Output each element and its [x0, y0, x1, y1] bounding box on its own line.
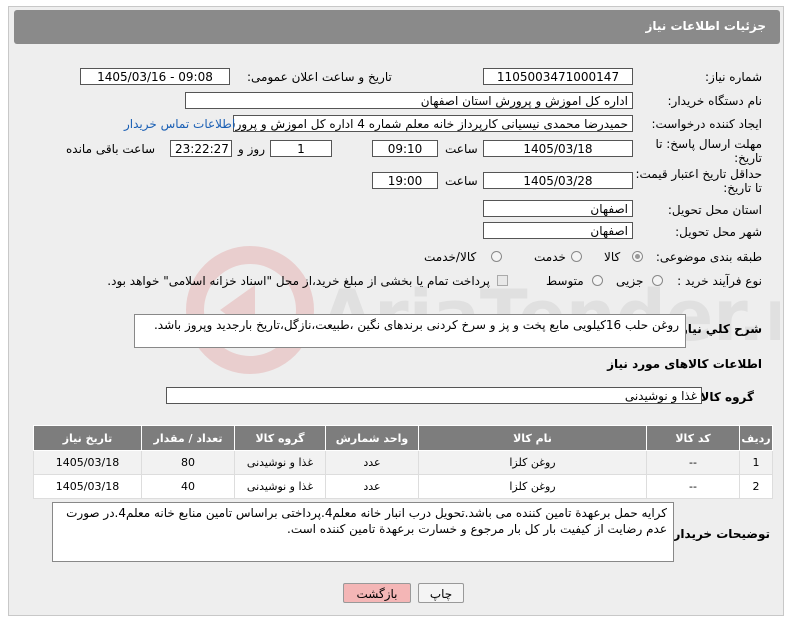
- buyer-org-field: اداره کل اموزش و پرورش استان اصفهان: [185, 92, 633, 109]
- goods-section-title: اطلاعات کالاهای مورد نیاز: [607, 357, 762, 371]
- treasury-payment-note: پرداخت تمام یا بخشی از مبلغ خرید،از محل …: [107, 274, 490, 288]
- days-label: روز و: [238, 142, 265, 156]
- back-button[interactable]: بازگشت: [343, 583, 411, 603]
- goods-table: ردیف کد کالا نام کالا واحد شمارش گروه کا…: [33, 425, 773, 499]
- announce-label: تاریخ و ساعت اعلان عمومی:: [247, 70, 392, 84]
- province-field: اصفهان: [483, 200, 633, 217]
- cell-unit: عدد: [325, 450, 419, 475]
- deadline-time-field: 09:10: [372, 140, 438, 157]
- cell-qty: 80: [141, 450, 235, 475]
- process-label: نوع فرآیند خرید :: [677, 274, 762, 288]
- buyer-notes-textarea[interactable]: کرایه حمل برعهدة تامین کننده می باشد.تحو…: [52, 502, 674, 562]
- cell-code: --: [646, 450, 740, 475]
- col-header-qty: تعداد / مقدار: [141, 425, 235, 451]
- table-row: 2 -- روغن کلزا عدد غذا و نوشیدنی 40 1405…: [33, 474, 773, 499]
- cell-name: روغن کلزا: [418, 450, 647, 475]
- validity-label-line2: تا تاریخ:: [723, 181, 762, 195]
- col-header-unit: واحد شمارش: [325, 425, 419, 451]
- col-header-row: ردیف: [739, 425, 773, 451]
- creator-field: حمیدرضا محمدی نیسیانی کارپرداز خانه معلم…: [233, 115, 633, 132]
- buyer-org-label: نام دستگاه خریدار:: [667, 94, 763, 108]
- deadline-label-line2: تاریخ:: [734, 151, 762, 165]
- validity-time-field: 19:00: [372, 172, 438, 189]
- time-remaining-label: ساعت باقی مانده: [66, 142, 156, 156]
- validity-date-field: 1405/03/28: [483, 172, 633, 189]
- goods-group-label: گروه کالا:: [695, 390, 754, 404]
- goods-group-field: غذا و نوشیدنی: [166, 387, 702, 404]
- col-header-group: گروه کالا: [234, 425, 326, 451]
- cell-code: --: [646, 474, 740, 499]
- cell-date: 1405/03/18: [33, 474, 142, 499]
- category-option-goods: کالا: [604, 250, 621, 264]
- cell-date: 1405/03/18: [33, 450, 142, 475]
- col-header-code: کد کالا: [646, 425, 740, 451]
- city-label: شهر محل تحویل:: [675, 225, 762, 239]
- table-row: 1 -- روغن کلزا عدد غذا و نوشیدنی 80 1405…: [33, 450, 773, 475]
- category-option-service: خدمت: [534, 250, 566, 264]
- page-title: جزئیات اطلاعات نیاز: [645, 19, 766, 33]
- need-number-label: شماره نیاز:: [705, 70, 762, 84]
- process-radio-minor[interactable]: [652, 275, 663, 286]
- province-label: استان محل تحویل:: [667, 203, 762, 217]
- process-radio-medium[interactable]: [592, 275, 603, 286]
- cell-group: غذا و نوشیدنی: [234, 450, 326, 475]
- cell-unit: عدد: [325, 474, 419, 499]
- validity-label-line1: حداقل تاریخ اعتبار قیمت:: [635, 167, 762, 181]
- process-option-medium: متوسط: [546, 274, 584, 288]
- process-option-minor: جزیی: [616, 274, 644, 288]
- category-label: طبقه بندی موضوعی:: [655, 250, 762, 264]
- cell-qty: 40: [141, 474, 235, 499]
- cell-row-number: 1: [739, 450, 773, 475]
- category-radio-goods[interactable]: [632, 251, 643, 262]
- need-number-field: 1105003471000147: [483, 68, 633, 85]
- print-button[interactable]: چاپ: [418, 583, 464, 603]
- buyer-contact-link[interactable]: اطلاعات تماس خریدار: [124, 117, 235, 131]
- description-label: شرح کلي نياز:: [676, 322, 762, 336]
- col-header-date: تاریخ نیاز: [33, 425, 142, 451]
- cell-name: روغن کلزا: [418, 474, 647, 499]
- category-radio-goods-service[interactable]: [491, 251, 502, 262]
- deadline-label-line1: مهلت ارسال پاسخ: تا: [655, 137, 762, 151]
- announce-datetime-field: 1405/03/16 - 09:08: [80, 68, 230, 85]
- category-option-goods-service: کالا/خدمت: [424, 250, 477, 264]
- description-textarea[interactable]: روغن حلب 16کیلویی مایع پخت و پز و سرخ کر…: [134, 314, 686, 348]
- panel-header: جزئیات اطلاعات نیاز: [14, 10, 780, 44]
- col-header-name: نام کالا: [418, 425, 647, 451]
- category-radio-service[interactable]: [571, 251, 582, 262]
- creator-label: ایجاد کننده درخواست:: [651, 117, 762, 131]
- days-remaining-field: 1: [270, 140, 332, 157]
- cell-row-number: 2: [739, 474, 773, 499]
- validity-hour-label: ساعت: [445, 174, 478, 188]
- cell-group: غذا و نوشیدنی: [234, 474, 326, 499]
- deadline-date-field: 1405/03/18: [483, 140, 633, 157]
- city-field: اصفهان: [483, 222, 633, 239]
- treasury-payment-checkbox[interactable]: [497, 275, 508, 286]
- time-remaining-field: 23:22:27: [170, 140, 232, 157]
- buyer-notes-label: توضیحات خریدار:: [668, 527, 770, 541]
- deadline-hour-label: ساعت: [445, 142, 478, 156]
